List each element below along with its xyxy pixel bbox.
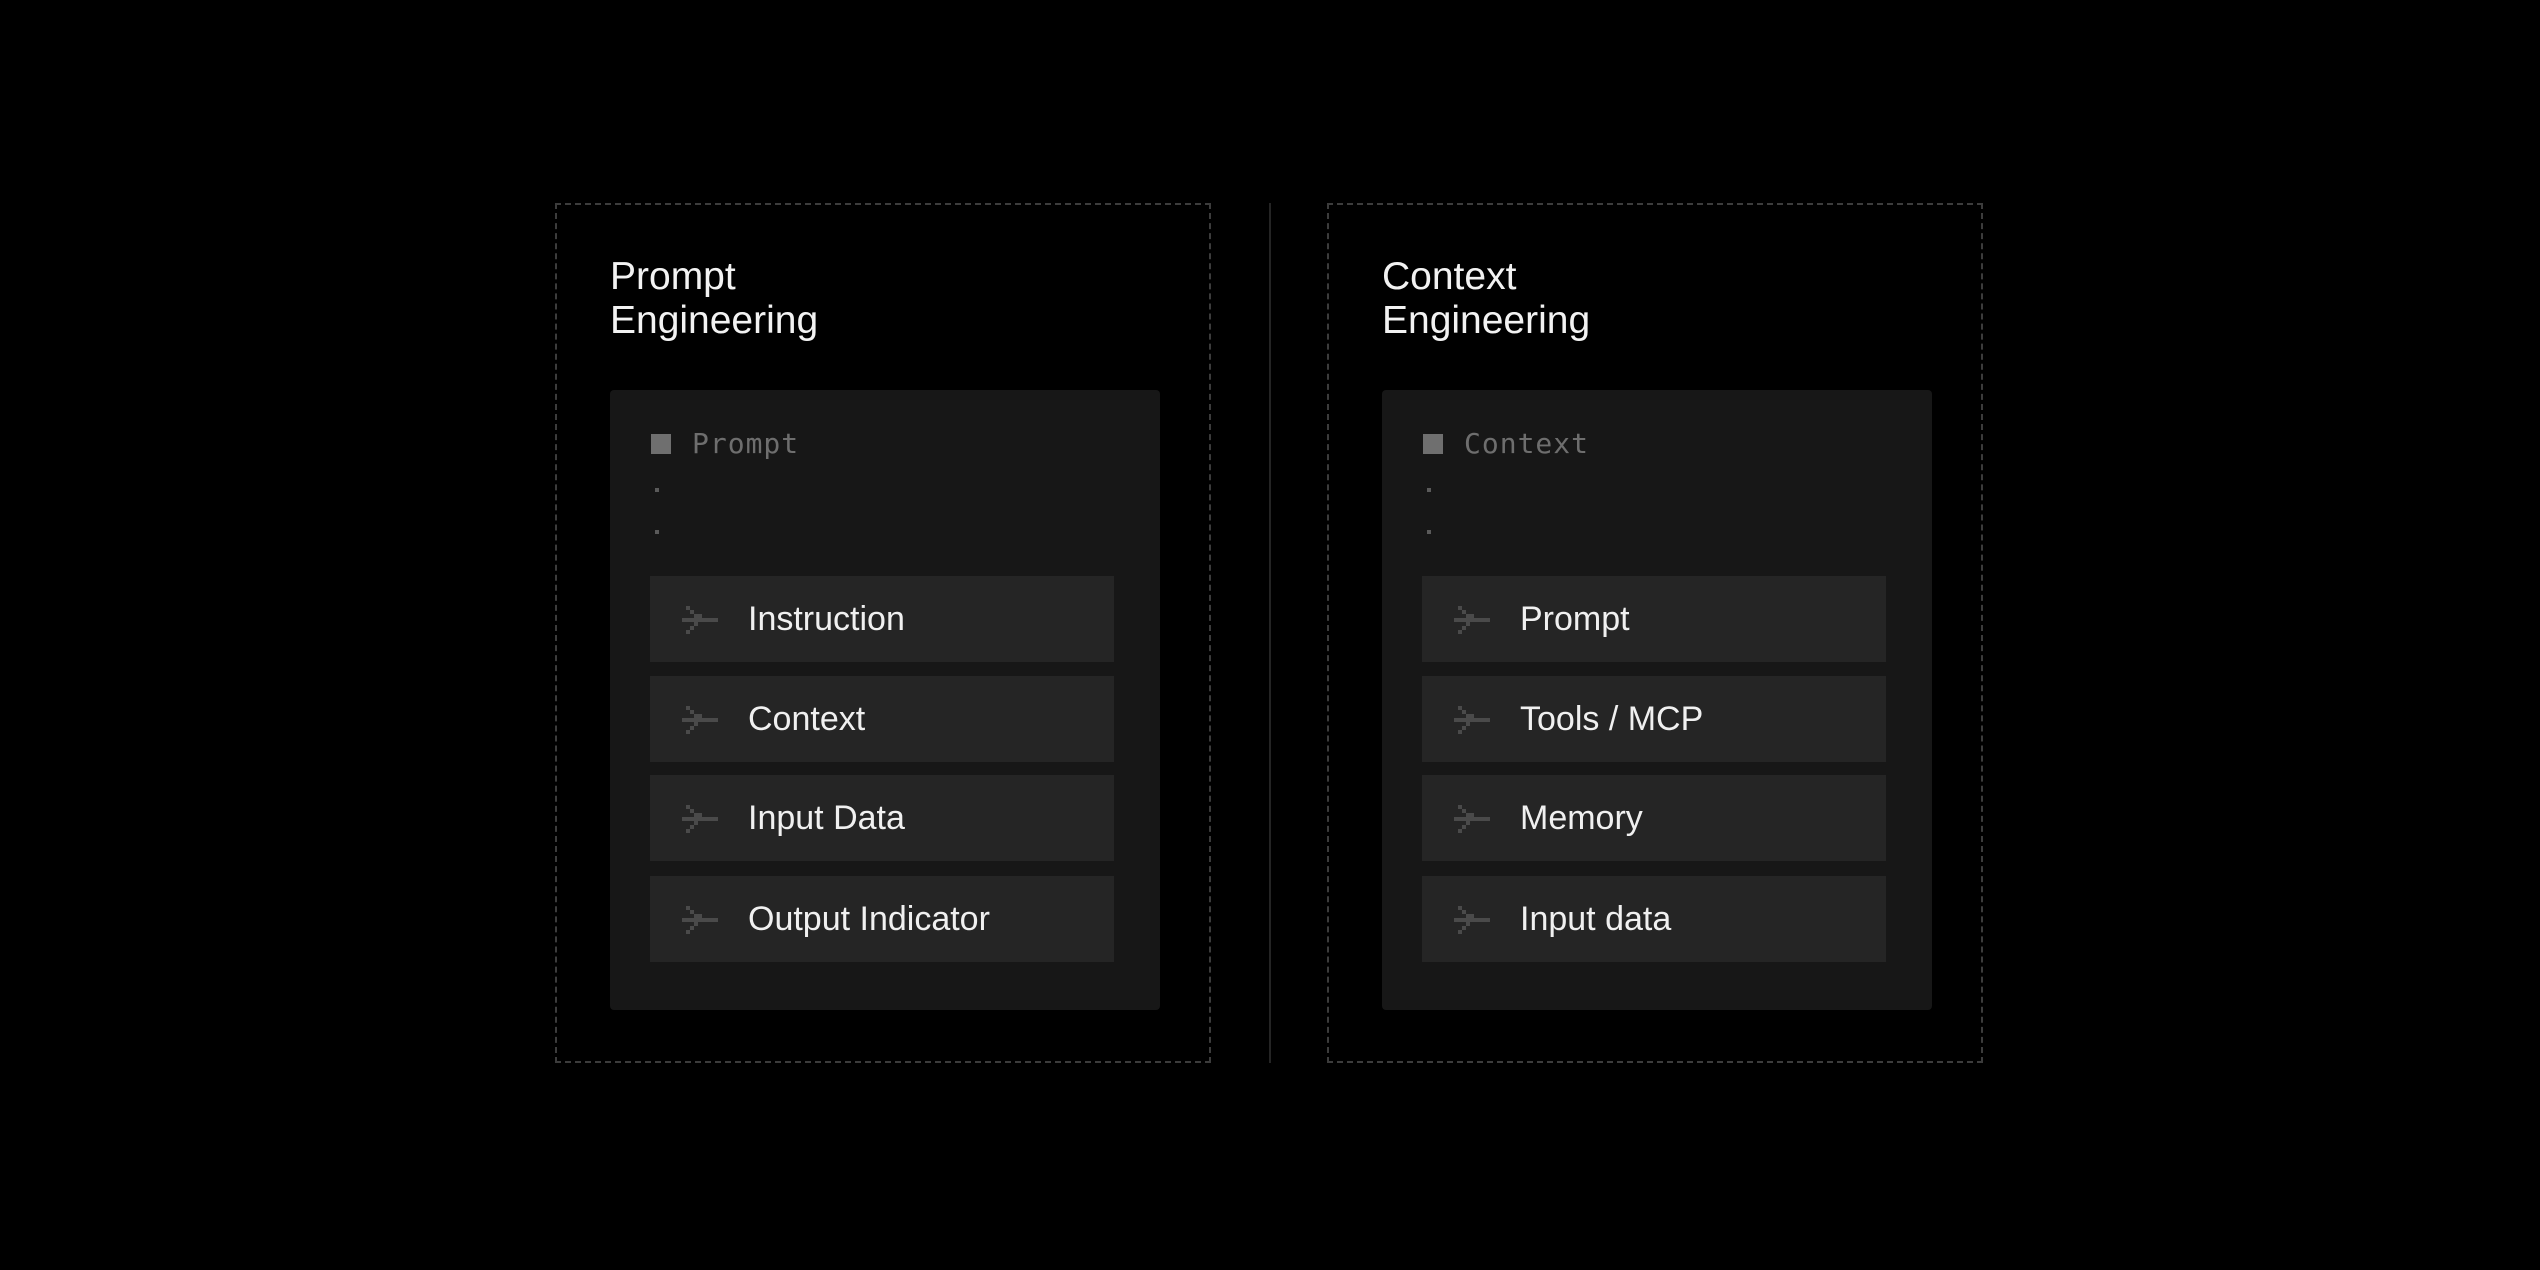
list-item-tools-mcp: Tools / MCP <box>1422 676 1886 762</box>
list-item-label: Input Data <box>748 799 905 837</box>
list-item-label: Output Indicator <box>748 900 990 938</box>
context-engineering-panel: Context Engineering Context Prompt Tools… <box>1327 203 1983 1063</box>
dot-icon <box>1427 530 1431 534</box>
panel-title-line-2: Engineering <box>1382 299 1591 342</box>
dot-icon <box>1427 488 1431 492</box>
list-item-instruction: Instruction <box>650 576 1114 662</box>
list-item-label: Tools / MCP <box>1520 700 1704 738</box>
panel-title-line-2: Engineering <box>610 299 819 342</box>
dot-icon <box>655 530 659 534</box>
list-item-label: Memory <box>1520 799 1643 837</box>
card-label: Prompt <box>692 427 800 460</box>
pixel-arrow-icon <box>682 706 718 734</box>
pixel-arrow-icon <box>1454 906 1490 934</box>
pixel-arrow-icon <box>1454 606 1490 634</box>
prompt-engineering-panel: Prompt Engineering Prompt Instruction Co… <box>555 203 1211 1063</box>
square-icon <box>651 433 671 454</box>
panel-title-line-1: Context <box>1382 255 1517 298</box>
panel-title: Context Engineering <box>1382 255 1590 343</box>
card-header: Prompt <box>651 427 799 460</box>
list-item-context: Context <box>650 676 1114 762</box>
list-item-label: Input data <box>1520 900 1672 938</box>
card-header: Context <box>1423 427 1589 460</box>
list-item-label: Context <box>748 700 866 738</box>
pixel-arrow-icon <box>1454 805 1490 833</box>
list-item-input-data: Input data <box>1422 876 1886 962</box>
panel-title: Prompt Engineering <box>610 255 818 343</box>
list-item-memory: Memory <box>1422 775 1886 861</box>
vertical-divider <box>1269 203 1271 1063</box>
pixel-arrow-icon <box>682 906 718 934</box>
panel-title-line-1: Prompt <box>610 255 736 298</box>
context-card: Context Prompt Tools / MCP Memory Input … <box>1382 390 1932 1010</box>
list-item-output-indicator: Output Indicator <box>650 876 1114 962</box>
prompt-card: Prompt Instruction Context Input Data Ou… <box>610 390 1160 1010</box>
card-label: Context <box>1464 427 1590 460</box>
dot-icon <box>655 488 659 492</box>
square-icon <box>1423 433 1443 454</box>
list-item-prompt: Prompt <box>1422 576 1886 662</box>
list-item-label: Instruction <box>748 600 905 638</box>
list-item-label: Prompt <box>1520 600 1630 638</box>
pixel-arrow-icon <box>682 805 718 833</box>
pixel-arrow-icon <box>682 606 718 634</box>
list-item-input-data: Input Data <box>650 775 1114 861</box>
pixel-arrow-icon <box>1454 706 1490 734</box>
